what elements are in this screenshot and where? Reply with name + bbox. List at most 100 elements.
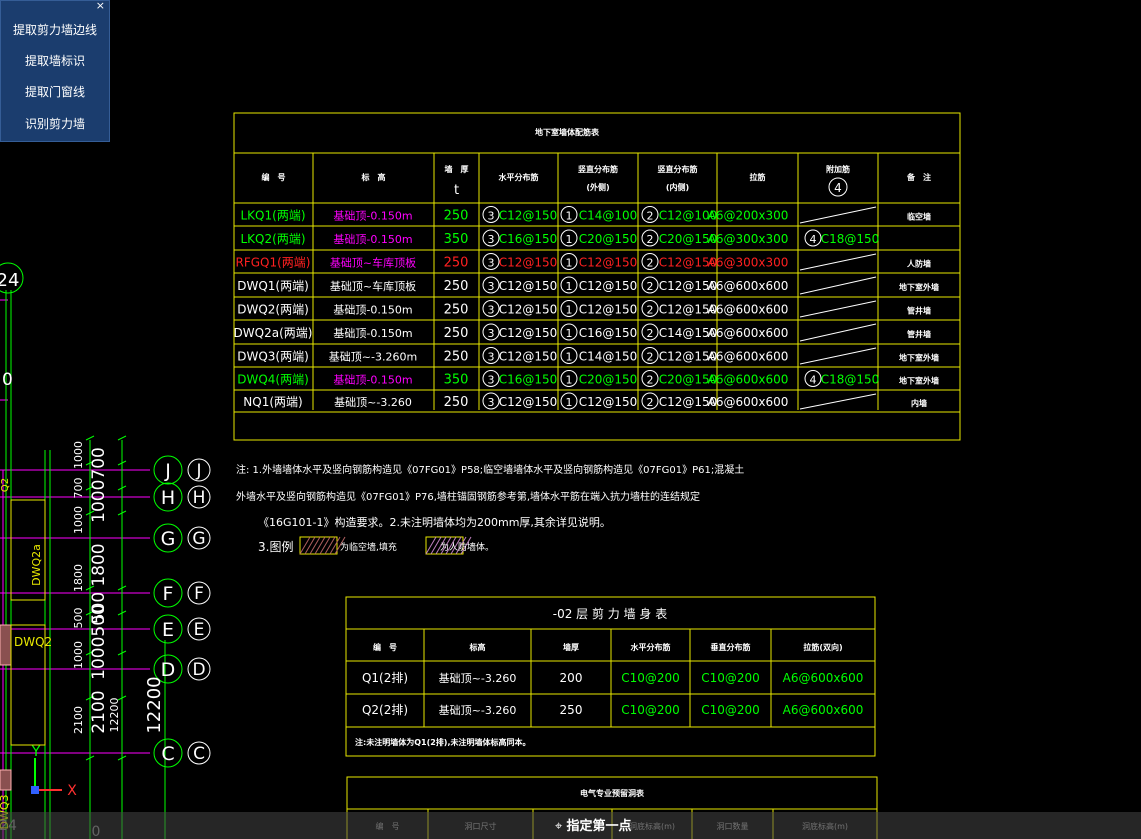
table1-row-4-thickness: 250 [444, 303, 469, 318]
grid-label-D: D [192, 660, 205, 680]
legend-hatch [319, 536, 331, 555]
table1-row-8-horizontal: C12@150 [499, 395, 558, 409]
table1-row-7-id: DWQ4(两端) [237, 373, 309, 387]
table1-row-0-vertical-outer: C14@100 [579, 209, 638, 223]
grid-label-G: G [192, 529, 205, 549]
table1-diagonal-line [799, 206, 877, 224]
table2-row-1-col-5: A6@600x600 [783, 703, 864, 717]
table2-header-5: 拉筋(双向) [803, 642, 842, 652]
cad-drawing-canvas[interactable]: JJHHGGFFEEDDCC24024010007001000180050010… [0, 0, 1141, 839]
close-icon[interactable]: × [96, 0, 105, 12]
dim-small-5: 1000 [72, 641, 85, 669]
legend2-label: 为人防墙体。 [440, 541, 494, 553]
table1-header-2: 墙 厚 [445, 164, 469, 174]
table1-row-1-tie: A6@300x300 [708, 232, 789, 246]
dim-large-1: 1800 [89, 543, 109, 586]
table1-row-6-note: 地下室外墙 [899, 353, 939, 363]
table1-row-3-horizontal: C12@150 [499, 279, 558, 293]
extract-shear-wall-edges-button[interactable]: 提取剪力墙边线 [1, 18, 109, 42]
table1-bar-num: 2 [647, 233, 654, 246]
identify-shear-wall-button[interactable]: 识别剪力墙 [1, 112, 109, 136]
dim-large-4: 2100 [89, 690, 109, 733]
table1-row-6-elevation: 基础顶~-3.260m [329, 351, 417, 364]
table2-title: -02 层 剪 力 墙 身 表 [553, 606, 668, 621]
table1-header-8: 备 注 [906, 172, 931, 182]
table1-row-2-elevation: 基础顶~车库顶板 [330, 256, 416, 270]
table1-row-1-additional: C18@150 [821, 232, 880, 246]
table1-bar-num: 2 [647, 304, 654, 317]
extract-wall-labels-button[interactable]: 提取墙标识 [1, 49, 109, 73]
table1-row-3-elevation: 基础顶~车库顶板 [330, 279, 416, 293]
table1-row-3-tie: A6@600x600 [708, 279, 789, 293]
wall-label-q2: Q2 [0, 478, 11, 492]
table1-bar-num: 3 [488, 351, 495, 364]
table1-diagonal-line [799, 276, 877, 295]
dim-total-small: 12200 [108, 698, 121, 733]
grid-label-E: E [194, 620, 205, 640]
table1-header-5: 竖直分布筋 [658, 164, 698, 174]
table1-header-7: 附加筋 [826, 164, 850, 174]
table1-row-2-note: 人防墙 [907, 259, 931, 269]
wall-label-dwq2a: DWQ2a [30, 544, 43, 586]
table1-bar-num: 1 [566, 374, 573, 387]
table1-row-2-horizontal: C12@150 [499, 256, 558, 270]
table1-header-sub-5: (内侧) [666, 182, 689, 192]
table1-row-7-additional: C18@150 [821, 373, 880, 387]
table1-bar-num: 2 [647, 280, 654, 293]
table1-row-0-id: LKQ1(两端) [241, 209, 306, 223]
crosshair-icon: ⌖ [555, 819, 567, 834]
grid-label-C: C [193, 744, 205, 764]
table1-header-sub-7: 4 [834, 181, 842, 195]
table1-row-0-note: 临空墙 [907, 212, 931, 222]
legend-hatch [324, 536, 336, 555]
table1-bar-num: 3 [488, 280, 495, 293]
table1-row-6-horizontal: C12@150 [499, 350, 558, 364]
table1-bar-num: 2 [647, 210, 654, 223]
dim-large-3: 1000500 [89, 604, 109, 680]
table1-row-5-thickness: 250 [444, 326, 469, 341]
table2-header-1: 标高 [469, 642, 486, 652]
table1-row-2-tie: A6@300x300 [708, 256, 789, 270]
extract-door-window-lines-button[interactable]: 提取门窗线 [1, 80, 109, 104]
table1-diagonal-line [799, 323, 877, 342]
table2-header-2: 墙厚 [563, 642, 579, 652]
table1-bar-num: 3 [488, 257, 495, 270]
legend-hatch [425, 536, 437, 555]
table1-row-7-note: 地下室外墙 [899, 376, 939, 386]
grid-bubble-label-E: E [162, 619, 174, 641]
table1-row-8-thickness: 250 [444, 395, 469, 410]
table1-row-1-thickness: 350 [444, 232, 469, 247]
ucs-x-label: X [67, 783, 77, 799]
table1-bar-num: 3 [488, 396, 495, 409]
table1-row-2-thickness: 250 [444, 256, 469, 271]
legend1-label: 为临空墙,填充 [340, 541, 397, 553]
table1-row-5-note: 管井墙 [907, 329, 931, 339]
table1-row-3-note: 地下室外墙 [899, 282, 939, 292]
wall-label-dwq2: DWQ2 [14, 635, 52, 649]
table1-bar-num: 2 [647, 374, 654, 387]
table1-bar-num: 2 [647, 257, 654, 270]
table1-header-sub-4: (外侧) [586, 182, 609, 192]
table1-row-4-id: DWQ2(两端) [237, 303, 309, 317]
table1-row-4-vertical-outer: C12@150 [579, 303, 638, 317]
table2-row-0-col-2: 200 [560, 671, 583, 685]
table1-bar-num: 1 [566, 280, 573, 293]
dim-tick [117, 435, 127, 441]
table1-row-7-tie: A6@600x600 [708, 373, 789, 387]
table3-title: 电气专业预留洞表 [580, 788, 645, 798]
table1-bar-num: 3 [488, 374, 495, 387]
table1-row-3-thickness: 250 [444, 279, 469, 294]
legend-hatch [304, 536, 316, 555]
table1-row-8-note: 内墙 [911, 398, 927, 408]
legend-hatch [299, 536, 311, 555]
axis-label-24: 24 [0, 270, 19, 291]
table1-row-6-vertical-outer: C14@150 [579, 350, 638, 364]
table1-row-4-elevation: 基础顶-0.150m [333, 304, 412, 317]
table1-row-7-horizontal: C16@150 [499, 373, 558, 387]
table1-header-6: 拉筋 [750, 172, 766, 182]
table2-row-1-col-4: C10@200 [701, 703, 760, 717]
table2-row-1-col-1: 基础顶~-3.260 [439, 704, 517, 717]
table1-row-6-tie: A6@600x600 [708, 350, 789, 364]
table1-row-4-horizontal: C12@150 [499, 303, 558, 317]
notes-line1: 注: 1.外墙墙体水平及竖向钢筋构造见《07FG01》P58;临空墙墙体水平及竖… [236, 463, 744, 476]
